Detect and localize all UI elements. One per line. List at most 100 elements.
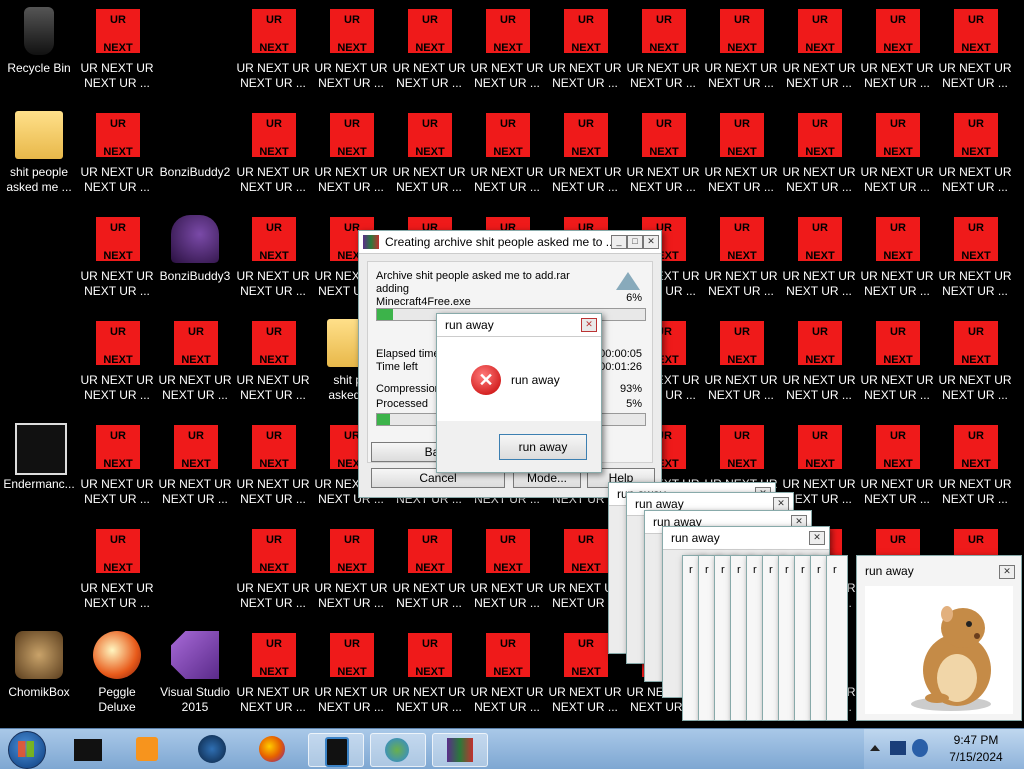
desktop-icon-ur-next[interactable]: UR NEXT UR NEXT URNEXT UR ... <box>937 3 1013 103</box>
desktop-icon-ur-next[interactable]: UR NEXT UR NEXT URNEXT UR ... <box>157 419 233 519</box>
desktop-icon-enderman[interactable]: Endermanc... <box>1 419 77 519</box>
minimize-button[interactable]: _ <box>611 235 627 249</box>
close-button[interactable]: ✕ <box>999 565 1015 579</box>
desktop-icon-ur-next[interactable]: UR NEXT UR NEXT URNEXT UR ... <box>859 3 935 103</box>
desktop-icon-ur-next[interactable]: UR NEXT UR NEXT URNEXT UR ... <box>859 211 935 311</box>
desktop-icon-ur-next[interactable]: UR NEXT UR NEXT URNEXT UR ... <box>235 523 311 623</box>
show-hidden-icons[interactable] <box>870 745 880 751</box>
desktop-icon-ur-next[interactable]: UR NEXT UR NEXT URNEXT UR ... <box>937 419 1013 519</box>
desktop-icon-ur-next[interactable]: UR NEXT UR NEXT URNEXT UR ... <box>859 419 935 519</box>
desktop-icon-ur-next[interactable]: UR NEXT UR NEXT URNEXT UR ... <box>313 627 389 727</box>
desktop-icon-ur-next[interactable]: UR NEXT UR NEXT URNEXT UR ... <box>79 211 155 311</box>
desktop-icon-ur-next[interactable]: UR NEXT UR NEXT URNEXT UR ... <box>547 107 623 207</box>
ur-next-icon: UR NEXT <box>642 9 686 54</box>
desktop-icon-ur-next[interactable]: UR NEXT UR NEXT URNEXT UR ... <box>703 211 779 311</box>
next-text: NEXT <box>727 42 757 54</box>
desktop-icon-folder-shit-people[interactable]: shit people asked me ... <box>1 107 77 207</box>
desktop-icon-ur-next[interactable]: UR NEXT UR NEXT URNEXT UR ... <box>157 315 233 415</box>
taskbar-app-globe[interactable] <box>186 733 240 765</box>
desktop-icon-ur-next[interactable]: UR NEXT UR NEXT URNEXT UR ... <box>79 107 155 207</box>
desktop-icon-bonzibuddy2[interactable]: BonziBuddy2 <box>157 107 233 207</box>
close-button[interactable]: ✕ <box>643 235 659 249</box>
desktop-icon-ur-next[interactable]: UR NEXT UR NEXT URNEXT UR ... <box>313 523 389 623</box>
ur-text: UR <box>422 638 438 650</box>
phone-icon <box>325 737 349 767</box>
desktop-icon-ur-next[interactable]: UR NEXT UR NEXT URNEXT UR ... <box>79 3 155 103</box>
archive-window-titlebar[interactable]: Creating archive shit people asked me to… <box>359 231 661 254</box>
desktop-icon-ur-next[interactable]: UR NEXT UR NEXT URNEXT UR ... <box>79 419 155 519</box>
desktop-icon-ur-next[interactable]: UR NEXT UR NEXT URNEXT UR ... <box>469 627 545 727</box>
clock-date[interactable]: 7/15/2024 <box>936 750 1016 764</box>
ur-next-icon: UR NEXT <box>486 9 530 54</box>
close-button[interactable]: ✕ <box>773 497 789 511</box>
desktop-icon-ur-next[interactable]: UR NEXT UR NEXT URNEXT UR ... <box>235 211 311 311</box>
desktop-icon-recycle-bin[interactable]: Recycle Bin <box>1 3 77 103</box>
desktop-icon-bonzibuddy3[interactable]: BonziBuddy3 <box>157 211 233 311</box>
taskbar-app-winrar[interactable] <box>432 733 488 767</box>
desktop-icon-ur-next[interactable]: UR NEXT UR NEXT URNEXT UR ... <box>703 107 779 207</box>
volume-icon[interactable] <box>912 739 928 757</box>
run-away-button[interactable]: run away <box>499 434 587 460</box>
desktop-icon-ur-next[interactable]: UR NEXT UR NEXT URNEXT UR ... <box>235 315 311 415</box>
desktop-icon-ur-next[interactable]: UR NEXT UR NEXT URNEXT UR ... <box>235 3 311 103</box>
desktop-icon-visual-studio[interactable]: Visual Studio 2015 <box>157 627 233 727</box>
next-text: NEXT <box>493 666 523 678</box>
ur-text: UR <box>890 14 906 26</box>
taskbar-app-firefox[interactable] <box>246 733 300 765</box>
desktop-icon-label-line: UR NEXT UR <box>158 373 232 387</box>
desktop-icon-ur-next[interactable]: UR NEXT UR NEXT URNEXT UR ... <box>313 3 389 103</box>
desktop-icon-ur-next[interactable]: UR NEXT UR NEXT URNEXT UR ... <box>781 315 857 415</box>
run-away-message: run away <box>511 373 560 387</box>
desktop-icon-ur-next[interactable]: UR NEXT UR NEXT URNEXT UR ... <box>937 211 1013 311</box>
maximize-button[interactable]: □ <box>627 235 643 249</box>
desktop-icon-ur-next[interactable]: UR NEXT UR NEXT URNEXT UR ... <box>391 627 467 727</box>
desktop-icon-ur-next[interactable]: UR NEXT UR NEXT URNEXT UR ... <box>469 3 545 103</box>
desktop-icon-label-line: UR NEXT UR <box>80 373 154 387</box>
desktop-icon-ur-next[interactable]: UR NEXT UR NEXT URNEXT UR ... <box>781 211 857 311</box>
desktop-icon-ur-next[interactable]: UR NEXT UR NEXT URNEXT UR ... <box>703 3 779 103</box>
close-button[interactable]: ✕ <box>581 318 597 332</box>
close-button[interactable]: ✕ <box>809 531 825 545</box>
desktop-icon-ur-next[interactable]: UR NEXT UR NEXT URNEXT UR ... <box>781 3 857 103</box>
taskbar-app-phone[interactable] <box>308 733 364 767</box>
folder-shit-people-icon <box>15 111 63 159</box>
desktop-icon-ur-next[interactable]: UR NEXT UR NEXT URNEXT UR ... <box>79 315 155 415</box>
clock-time[interactable]: 9:47 PM <box>936 733 1016 747</box>
desktop-icon-ur-next[interactable]: UR NEXT UR NEXT URNEXT UR ... <box>235 627 311 727</box>
desktop-icon-ur-next[interactable]: UR NEXT UR NEXT URNEXT UR ... <box>781 107 857 207</box>
desktop-icon-ur-next[interactable]: UR NEXT UR NEXT URNEXT UR ... <box>625 107 701 207</box>
run-away-titlebar[interactable]: run away ✕ <box>437 314 601 337</box>
desktop-icon-ur-next[interactable]: UR NEXT UR NEXT URNEXT UR ... <box>235 419 311 519</box>
ur-text: UR <box>890 222 906 234</box>
ur-next-icon: UR NEXT <box>798 425 842 470</box>
desktop-icon-label: UR NEXT URNEXT UR ... <box>937 165 1013 195</box>
ur-next-icon: UR NEXT <box>954 113 998 158</box>
desktop-icon-ur-next[interactable]: UR NEXT UR NEXT URNEXT UR ... <box>391 3 467 103</box>
desktop-icon-peggle-deluxe[interactable]: Peggle Deluxe <box>79 627 155 727</box>
desktop-icon-ur-next[interactable]: UR NEXT UR NEXT URNEXT UR ... <box>391 107 467 207</box>
desktop-icon-ur-next[interactable]: UR NEXT UR NEXT URNEXT UR ... <box>79 523 155 623</box>
desktop-icon-ur-next[interactable]: UR NEXT UR NEXT URNEXT UR ... <box>235 107 311 207</box>
desktop-icon-ur-next[interactable]: UR NEXT UR NEXT URNEXT UR ... <box>313 107 389 207</box>
taskbar-app-messenger[interactable] <box>370 733 426 767</box>
desktop-icon-ur-next[interactable]: UR NEXT UR NEXT URNEXT UR ... <box>547 3 623 103</box>
desktop-icon-ur-next[interactable]: UR NEXT UR NEXT URNEXT UR ... <box>937 315 1013 415</box>
taskbar-app-media-player[interactable] <box>120 733 174 765</box>
desktop-icon-ur-next[interactable]: UR NEXT UR NEXT URNEXT UR ... <box>859 315 935 415</box>
desktop-icon-ur-next[interactable]: UR NEXT UR NEXT URNEXT UR ... <box>469 107 545 207</box>
stacked-window-titlebar[interactable]: run away ✕ <box>663 527 829 550</box>
ur-next-icon: UR NEXT <box>408 113 452 158</box>
desktop-icon-ur-next[interactable]: UR NEXT UR NEXT URNEXT UR ... <box>937 107 1013 207</box>
desktop-icon-ur-next[interactable]: UR NEXT UR NEXT URNEXT UR ... <box>469 523 545 623</box>
network-icon[interactable] <box>890 741 906 755</box>
desktop-icon-label-line: NEXT UR ... <box>786 284 852 298</box>
taskbar-app-black-box[interactable] <box>60 733 114 765</box>
desktop-icon-ur-next[interactable]: UR NEXT UR NEXT URNEXT UR ... <box>703 315 779 415</box>
desktop-icon-chomikbox[interactable]: ChomikBox <box>1 627 77 727</box>
hamster-titlebar[interactable]: run away ✕ <box>857 556 1021 586</box>
desktop-icon-ur-next[interactable]: UR NEXT UR NEXT URNEXT UR ... <box>391 523 467 623</box>
desktop-icon-label-line: UR NEXT UR <box>704 61 778 75</box>
desktop-icon-ur-next[interactable]: UR NEXT UR NEXT URNEXT UR ... <box>625 3 701 103</box>
hamster-image <box>865 586 1013 714</box>
desktop-icon-ur-next[interactable]: UR NEXT UR NEXT URNEXT UR ... <box>859 107 935 207</box>
